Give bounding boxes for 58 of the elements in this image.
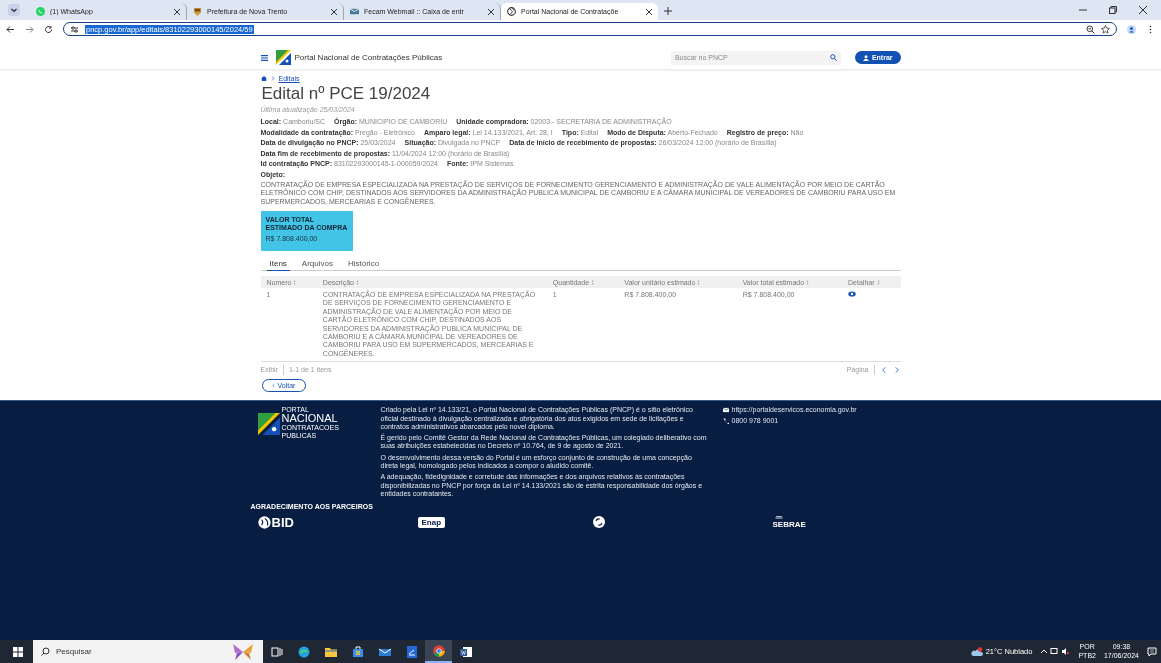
close-icon[interactable]	[174, 8, 180, 15]
portal-logo-icon	[275, 50, 291, 65]
whatsapp-icon	[36, 7, 45, 16]
portal-logo-icon	[257, 413, 280, 436]
user-icon	[862, 54, 869, 61]
tab[interactable]: Histórico	[344, 257, 383, 271]
store-icon	[351, 645, 364, 658]
tab[interactable]: Itens	[266, 257, 290, 271]
minimize-icon[interactable]	[1079, 6, 1087, 14]
new-tab-icon[interactable]	[664, 7, 672, 15]
close-icon[interactable]	[1139, 6, 1147, 14]
profile-icon[interactable]	[1127, 24, 1136, 34]
menu-icon[interactable]	[260, 54, 268, 61]
search-icon	[41, 647, 50, 656]
taskbar-search-field[interactable]: Pesquisar	[33, 640, 263, 663]
back-arrow-icon[interactable]	[6, 24, 15, 34]
swirl-logo-icon	[592, 516, 605, 529]
forward-arrow-icon[interactable]	[25, 24, 34, 34]
tab[interactable]: Arquivos	[298, 257, 336, 271]
site-title[interactable]: Portal Nacional de Contratações Públicas	[294, 53, 667, 62]
crest-icon	[193, 7, 202, 16]
site-settings-icon[interactable]	[70, 24, 79, 34]
partner-logo-text: Enap	[417, 516, 446, 528]
next-page-icon[interactable]	[892, 365, 901, 374]
document-icon	[405, 645, 418, 658]
cloud-icon	[970, 646, 983, 657]
word-icon	[459, 645, 472, 658]
globe-icon	[257, 515, 271, 529]
edge-icon	[297, 645, 310, 658]
star-icon[interactable]	[1101, 24, 1110, 34]
windows-start-icon[interactable]	[13, 646, 23, 657]
bars-icon	[772, 515, 785, 520]
close-icon[interactable]	[331, 8, 337, 15]
page-title: Edital nº PCE 19/2024	[261, 84, 432, 105]
home-icon[interactable]	[260, 75, 267, 81]
partner-logo-text: SEBRAE	[772, 519, 806, 529]
chevron-left-icon	[271, 383, 275, 389]
chrome-icon	[432, 644, 445, 657]
close-icon[interactable]	[488, 8, 494, 15]
restore-icon[interactable]	[1109, 6, 1117, 14]
notification-icon[interactable]	[1147, 646, 1157, 657]
search-icon[interactable]	[829, 54, 837, 61]
zoom-icon[interactable]	[1086, 24, 1095, 34]
envelope-icon	[350, 7, 359, 16]
folder-icon	[324, 645, 337, 658]
system-tray-icons[interactable]	[1040, 647, 1071, 656]
partner-logo-text: BID	[271, 514, 294, 530]
logo-text: NACIONAL	[281, 413, 339, 425]
eye-icon[interactable]	[848, 291, 857, 297]
tab-menu-icon[interactable]	[8, 4, 20, 16]
envelope-icon	[722, 406, 729, 413]
globe-icon	[507, 7, 516, 16]
reload-icon[interactable]	[44, 24, 53, 34]
task-view-icon	[270, 645, 283, 658]
close-icon[interactable]	[646, 8, 652, 15]
chevron-icon	[269, 75, 276, 81]
previous-page-icon[interactable]	[879, 365, 888, 374]
phone-icon	[722, 417, 729, 424]
